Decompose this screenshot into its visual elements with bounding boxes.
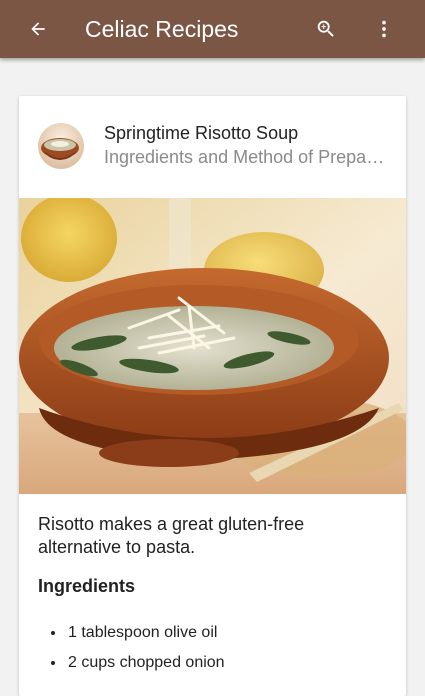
recipe-subtitle: Ingredients and Method of Preparation [104, 147, 389, 167]
recipe-card[interactable]: Springtime Risotto Soup Ingredients and … [19, 96, 406, 696]
ingredients-heading: Ingredients [38, 576, 136, 596]
recipe-thumbnail [38, 123, 84, 169]
overflow-menu-button[interactable] [368, 13, 400, 45]
app-title: Celiac Recipes [85, 16, 239, 42]
recipe-description: Risotto makes a great gluten-free altern… [38, 514, 305, 557]
list-item: 1 tablespoon olive oil [66, 618, 225, 648]
list-item: 2 cups chopped onion [66, 648, 225, 678]
back-button[interactable] [22, 13, 54, 45]
search-zoom-icon [317, 20, 334, 37]
recipe-photo [19, 198, 406, 494]
more-vert-icon [382, 20, 386, 38]
app-bar: Celiac Recipes [0, 0, 425, 58]
search-button[interactable] [310, 13, 342, 45]
ingredients-list: 1 tablespoon olive oil 2 cups chopped on… [38, 618, 225, 678]
arrow-back-icon [31, 22, 45, 36]
recipe-title: Springtime Risotto Soup [104, 123, 299, 143]
